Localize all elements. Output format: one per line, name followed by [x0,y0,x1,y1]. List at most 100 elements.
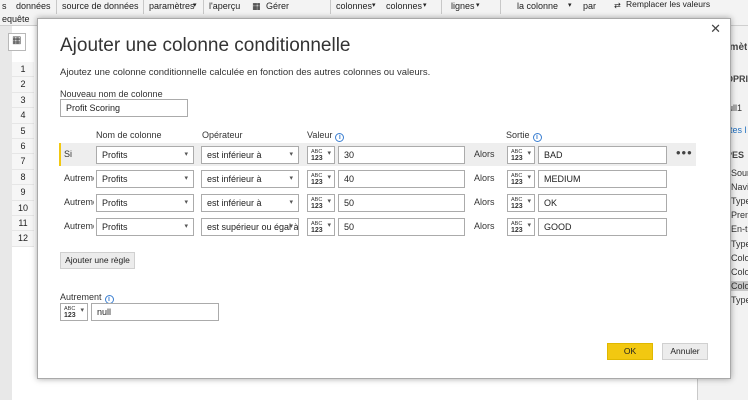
otherwise-type-button[interactable]: ABC 123 ▾ [60,303,88,321]
replace-icon[interactable]: ⇄ [614,1,621,10]
output-type-button[interactable]: ABC 123 ▾ [507,194,535,212]
value-type-button[interactable]: ABC 123 ▾ [307,218,335,236]
conditional-column-dialog: ✕ Ajouter une colonne conditionnelle Ajo… [37,18,731,379]
operator-select[interactable]: est supérieur ou égal à ▾ [201,218,299,236]
cancel-button[interactable]: Annuler [662,343,708,360]
ribbon-item-s[interactable]: s [2,1,7,11]
value-type-button[interactable]: ABC 123 ▾ [307,170,335,188]
applied-step[interactable]: Colo [731,253,748,263]
chevron-down-icon[interactable]: ▾ [372,1,376,9]
output-type-button[interactable]: ABC 123 ▾ [507,218,535,236]
operator-value: est inférieur à [207,174,262,184]
value-input[interactable]: 50 [338,218,465,236]
rule-row: Autrement si Profits ▾ est inférieur à ▾ A… [60,167,696,190]
output-input[interactable]: GOOD [538,218,667,236]
ribbon-item-remplacer[interactable]: Remplacer les valeurs [626,0,710,9]
add-rule-button[interactable]: Ajouter une règle [60,252,135,269]
row-number: 9 [12,185,34,201]
chevron-down-icon[interactable]: ▾ [423,1,427,9]
output-input[interactable]: BAD [538,146,667,164]
chevron-down-icon[interactable]: ▾ [476,1,480,9]
ok-button[interactable]: OK [607,343,653,360]
column-name-select[interactable]: Profits ▾ [96,194,194,212]
rule-row: Autrement si Profits ▾ est supérieur ou é… [60,215,696,238]
ribbon-item-la-colonne[interactable]: la colonne [517,1,558,11]
ribbon-separator [441,0,442,14]
applied-step[interactable]: Prem [731,210,748,220]
column-name-value: Profits [102,222,128,232]
chevron-down-icon[interactable]: ▾ [568,1,572,9]
operator-select[interactable]: est inférieur à ▾ [201,170,299,188]
value-type-button[interactable]: ABC 123 ▾ [307,146,335,164]
chevron-down-icon: ▾ [184,223,188,230]
ribbon-item-gerer[interactable]: Gérer [266,1,289,11]
operator-select[interactable]: est inférieur à ▾ [201,194,299,212]
new-column-name-input[interactable]: Profit Scoring [60,99,188,117]
column-name-select[interactable]: Profits ▾ [96,146,194,164]
info-icon[interactable]: i [335,133,345,142]
applied-step[interactable]: Type [731,295,748,305]
ribbon-item-colonnes-1[interactable]: colonnes [336,1,372,11]
chevron-down-icon: ▾ [327,150,331,157]
header-column-name: Nom de colonne [96,130,162,140]
chevron-down-icon[interactable]: ▾ [193,1,197,9]
chevron-down-icon: ▾ [289,199,293,206]
row-number: 12 [12,231,34,247]
applied-step[interactable]: Type [731,196,748,206]
column-name-select[interactable]: Profits ▾ [96,218,194,236]
applied-step[interactable]: En-t [731,224,748,234]
chevron-down-icon: ▾ [527,150,531,157]
otherwise-input[interactable]: null [91,303,219,321]
value-input[interactable]: 40 [338,170,465,188]
ribbon-item-source[interactable]: source de données [62,1,139,11]
close-icon[interactable]: ✕ [710,22,721,36]
row-number: 2 [12,77,34,93]
applied-step[interactable]: Sour [731,168,748,178]
operator-select[interactable]: est inférieur à ▾ [201,146,299,164]
value-input[interactable]: 50 [338,194,465,212]
header-value-text: Valeur [307,130,333,140]
type-123-label: 123 [511,227,523,234]
applied-step[interactable]: Colo [731,267,748,277]
output-input[interactable]: MEDIUM [538,170,667,188]
output-type-button[interactable]: ABC 123 ▾ [507,170,535,188]
value-type-button[interactable]: ABC 123 ▾ [307,194,335,212]
alors-label: Alors [474,221,495,231]
type-123-label: 123 [511,179,523,186]
applied-step-selected[interactable]: Colo [731,281,748,291]
dialog-title: Ajouter une colonne conditionnelle [60,35,351,56]
operator-value: est supérieur ou égal à [207,222,299,232]
chevron-down-icon: ▾ [527,174,531,181]
active-rule-marker [59,143,61,166]
row-number: 4 [12,108,34,124]
info-icon[interactable]: i [532,133,542,142]
ribbon-separator [56,0,57,14]
more-options-icon[interactable]: ••• [676,145,693,160]
dialog-description: Ajoutez une colonne conditionnelle calcu… [60,67,431,78]
grid-corner-menu[interactable]: ▦ [8,33,26,51]
ribbon-item-lignes[interactable]: lignes [451,1,475,11]
output-type-button[interactable]: ABC 123 ▾ [507,146,535,164]
rule-condition-label: Autrement si [64,173,94,183]
output-input[interactable]: OK [538,194,667,212]
header-output: Sortie i [506,130,542,142]
queries-pane-collapsed[interactable] [0,26,12,400]
ribbon-item-parametres[interactable]: paramètres [149,1,195,11]
type-123-label: 123 [511,203,523,210]
row-number: 10 [12,200,34,216]
row-number: 5 [12,123,34,139]
applied-step[interactable]: Type [731,239,748,249]
chevron-down-icon: ▾ [80,307,84,314]
applied-step[interactable]: Navi [731,182,748,192]
ribbon-item-donnees[interactable]: données [16,1,51,11]
value-input[interactable]: 30 [338,146,465,164]
ribbon-item-colonnes-2[interactable]: colonnes [386,1,422,11]
type-123-label: 123 [511,155,523,162]
chevron-down-icon: ▾ [327,198,331,205]
rule-condition-label: Autrement si [64,221,94,231]
alors-label: Alors [474,149,495,159]
column-name-select[interactable]: Profits ▾ [96,170,194,188]
table-icon[interactable]: ▦ [252,1,261,12]
ribbon-item-par[interactable]: par [583,1,596,11]
ribbon-item-apercu[interactable]: l'aperçu [209,1,240,11]
